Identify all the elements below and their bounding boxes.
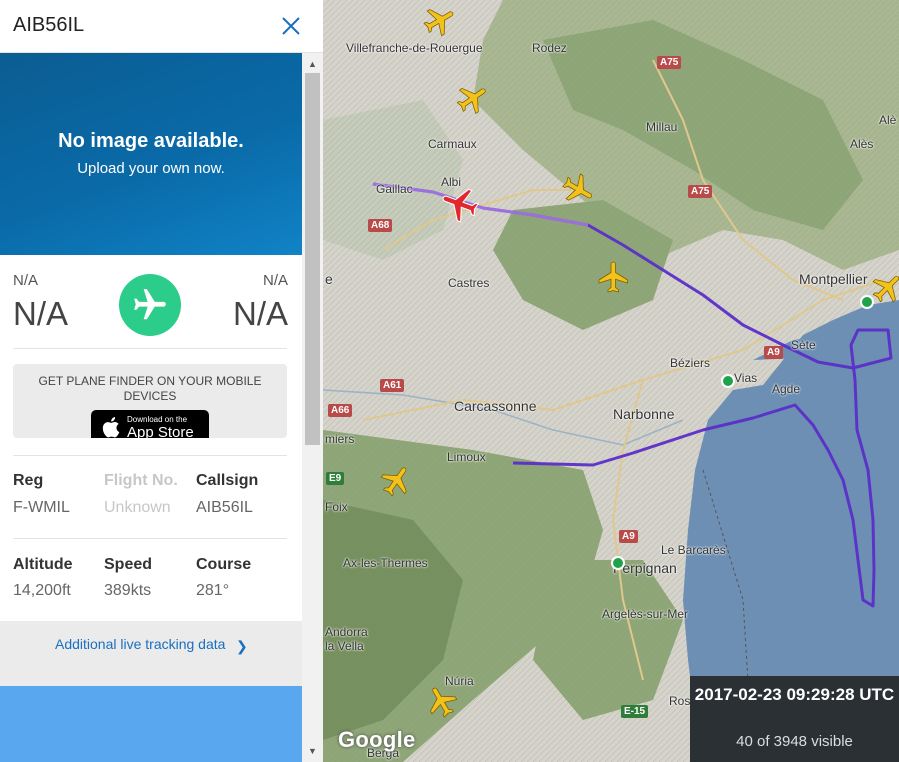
callsign-label: Callsign xyxy=(196,472,259,489)
map-label-narbonne: Narbonne xyxy=(613,406,675,422)
highway-a66: A66 xyxy=(328,404,353,417)
panel-content[interactable]: No image available. Upload your own now.… xyxy=(0,53,302,762)
map-label-sete: Sète xyxy=(791,338,816,352)
map-label-carcassonne: Carcassonne xyxy=(454,398,537,414)
map-label-beziers: Béziers xyxy=(670,356,711,370)
chevron-right-icon: ❯ xyxy=(236,638,248,654)
aircraft-icon[interactable] xyxy=(596,259,632,295)
map-label-agde: Agde xyxy=(772,382,801,396)
route-plane-icon xyxy=(119,274,181,336)
additional-live-tracking-link[interactable]: Additional live tracking data xyxy=(55,636,225,652)
destination-name: N/A xyxy=(232,295,288,332)
highway-a75: A75 xyxy=(688,185,713,198)
map-label-millau: Millau xyxy=(646,120,678,134)
panel-scrollbar[interactable]: ▲ ▼ xyxy=(302,53,323,762)
route-section: N/A N/A N/A N/A xyxy=(0,255,302,351)
flight-number-value: Unknown xyxy=(104,499,171,516)
close-icon[interactable] xyxy=(281,16,301,36)
no-image-title: No image available. xyxy=(58,130,244,152)
highway-a9: A9 xyxy=(764,346,783,359)
promo-text: GET PLANE FINDER ON YOUR MOBILE DEVICES xyxy=(38,374,262,403)
map-label-gaillac: Gaillac xyxy=(376,182,413,196)
highway-a68: A68 xyxy=(368,219,393,232)
reg-value: F-WMIL xyxy=(13,499,70,516)
google-logo: Google xyxy=(338,727,416,752)
panel-header: AIB56IL xyxy=(0,0,323,53)
map-label-carmaux: Carmaux xyxy=(428,137,477,151)
highway-a75: A75 xyxy=(657,56,682,69)
speed-value: 389kts xyxy=(104,582,152,599)
flight-number-label: Flight No. xyxy=(104,472,178,489)
ad-banner[interactable] xyxy=(0,686,302,762)
highway-a9: A9 xyxy=(619,530,638,543)
utc-timestamp: 2017-02-23 09:29:28 UTC xyxy=(694,685,895,704)
altitude-value: 14,200ft xyxy=(13,582,71,599)
map-terrain xyxy=(323,0,899,762)
highway-a61: A61 xyxy=(380,379,405,392)
live-tracking-bar[interactable]: Additional live tracking data ❯ xyxy=(0,621,302,686)
scroll-thumb[interactable] xyxy=(305,73,320,445)
divider xyxy=(13,348,287,349)
map-label-vias: Vias xyxy=(734,371,758,385)
app-root: AIB56IL No image available. Upload your … xyxy=(0,0,899,762)
map-label-rodez: Rodez xyxy=(532,41,567,55)
callsign-value: AIB56IL xyxy=(196,499,253,516)
mobile-promo: GET PLANE FINDER ON YOUR MOBILE DEVICES … xyxy=(13,364,287,438)
map-label-argeles: Argelès-sur-Mer xyxy=(602,607,689,621)
course-value: 281° xyxy=(196,582,230,599)
airport-beziers-icon[interactable] xyxy=(721,374,735,388)
app-store-button[interactable]: Download on the App Store xyxy=(91,410,209,438)
flight-callsign-title: AIB56IL xyxy=(13,14,85,36)
flight-details-panel: AIB56IL No image available. Upload your … xyxy=(0,0,323,762)
map-label-ales: Alès xyxy=(850,137,874,151)
map-label-villefranche: Villefranche-de-Rouergue xyxy=(346,41,483,55)
map-label-foix: Foix xyxy=(325,500,348,514)
apple-icon xyxy=(102,417,120,438)
timestamp-panel: 2017-02-23 09:29:28 UTC 40 of 3948 visib… xyxy=(690,676,899,762)
scroll-down-arrow-icon[interactable]: ▼ xyxy=(302,742,323,760)
map-label-castres: Castres xyxy=(448,276,490,290)
map-label-montpellier: Montpellier xyxy=(799,271,868,287)
store-name: App Store xyxy=(127,424,194,438)
course-label: Course xyxy=(196,556,252,573)
visible-aircraft-count: 40 of 3948 visible xyxy=(736,733,853,750)
map-label-ale: Alè xyxy=(879,113,897,127)
map-label-limoux: Limoux xyxy=(447,450,486,464)
map-label-e: e xyxy=(325,271,333,287)
airport-perpignan-icon[interactable] xyxy=(611,556,625,570)
highway-e15: E-15 xyxy=(621,705,649,718)
origin-code: N/A xyxy=(13,272,39,289)
highway-e9: E9 xyxy=(326,472,345,485)
origin-name: N/A xyxy=(13,295,69,332)
speed-label: Speed xyxy=(104,556,153,573)
reg-label: Reg xyxy=(13,472,44,489)
map-label-le-barcares: Le Barcarès xyxy=(661,543,726,557)
destination-code: N/A xyxy=(262,272,288,289)
altitude-label: Altitude xyxy=(13,556,73,573)
upload-photo-link[interactable]: Upload your own now. xyxy=(0,160,302,177)
live-map[interactable]: Villefranche-de-Rouergue Rodez Millau Ca… xyxy=(323,0,899,762)
map-label-miers: miers xyxy=(325,432,355,446)
map-label-ax-les-thermes: Ax-les-Thermes xyxy=(343,556,428,570)
divider xyxy=(13,538,287,539)
map-label-andorra: Andorra xyxy=(325,625,368,639)
divider xyxy=(13,455,287,456)
scroll-up-arrow-icon[interactable]: ▲ xyxy=(302,55,323,73)
aircraft-photo-placeholder[interactable]: No image available. Upload your own now. xyxy=(0,53,302,255)
store-caption: Download on the xyxy=(127,415,188,424)
map-label-la-vella: la Vella xyxy=(325,639,364,653)
